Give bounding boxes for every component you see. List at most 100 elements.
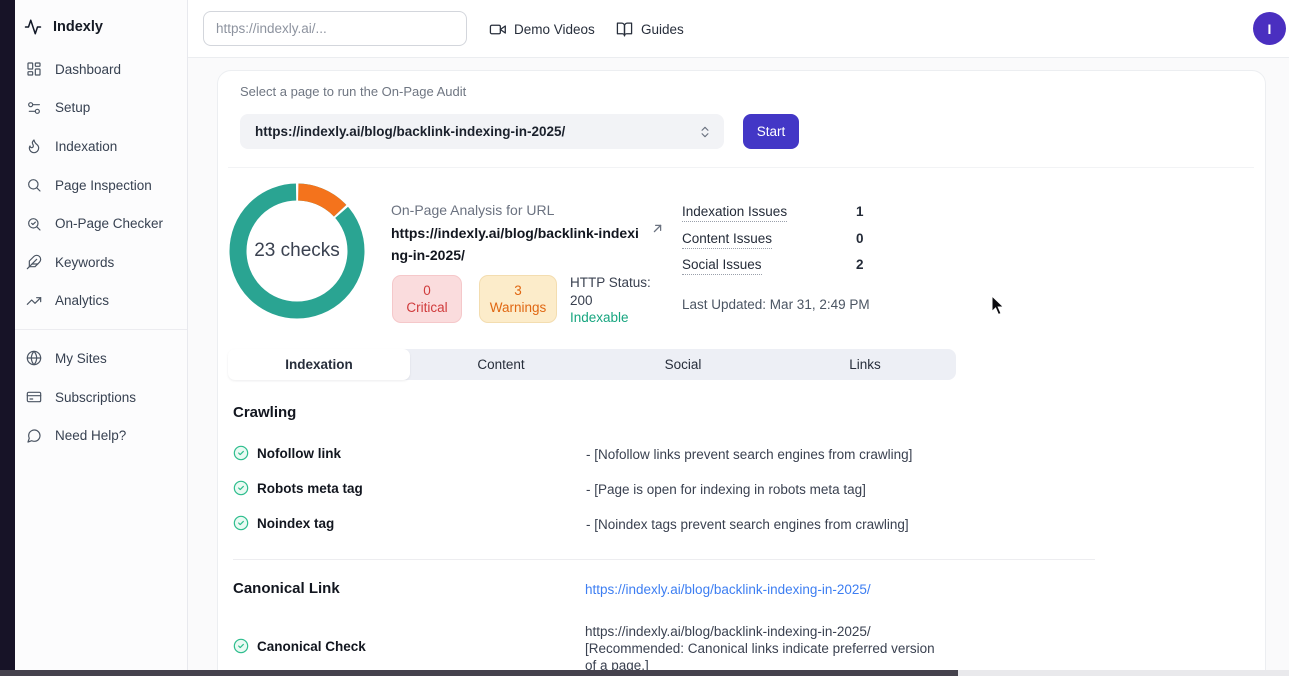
stat-content-issues[interactable]: Content Issues — [682, 231, 852, 246]
check-circle-icon — [233, 445, 249, 461]
warnings-count: 3 — [514, 282, 522, 299]
stat-social-issues-value: 2 — [856, 257, 864, 272]
check-description: - [Noindex tags prevent search engines f… — [586, 517, 909, 532]
flame-icon — [25, 138, 42, 155]
sidebar-item-dashboard[interactable]: Dashboard — [15, 50, 187, 89]
sidebar-item-setup[interactable]: Setup — [15, 89, 187, 128]
page-select-value: https://indexly.ai/blog/backlink-indexin… — [255, 124, 565, 139]
sidebar-item-label: Need Help? — [55, 428, 126, 443]
card-icon — [25, 389, 42, 406]
video-scrubber-progress — [0, 670, 958, 676]
check-label: Nofollow link — [257, 446, 341, 461]
search-check-icon — [25, 215, 42, 232]
book-open-icon — [616, 21, 633, 38]
analysis-url: https://indexly.ai/blog/backlink-indexin… — [391, 223, 647, 266]
divider — [228, 167, 1254, 168]
video-icon — [489, 21, 506, 38]
window-left-edge — [0, 0, 15, 676]
canonical-desc-line: [Recommended: Canonical links indicate p… — [585, 640, 945, 657]
stat-label-text: Indexation Issues — [682, 204, 787, 222]
check-label: Noindex tag — [257, 516, 334, 531]
sidebar-nav: Dashboard Setup Indexation Page Inspecti… — [15, 44, 187, 455]
sidebar-item-keywords[interactable]: Keywords — [15, 243, 187, 282]
stat-label-text: Social Issues — [682, 257, 762, 275]
sidebar-item-label: My Sites — [55, 351, 107, 366]
check-circle-icon — [233, 638, 249, 654]
canonical-link[interactable]: https://indexly.ai/blog/backlink-indexin… — [585, 582, 871, 597]
start-button[interactable]: Start — [743, 114, 799, 149]
check-row-canonical: Canonical Check — [233, 638, 366, 654]
sidebar-divider — [15, 329, 187, 330]
sidebar-item-on-page-checker[interactable]: On-Page Checker — [15, 204, 187, 243]
stat-content-issues-value: 0 — [856, 231, 864, 246]
sidebar-item-indexation[interactable]: Indexation — [15, 127, 187, 166]
check-row-nofollow: Nofollow link — [233, 445, 341, 461]
tab-indexation[interactable]: Indexation — [228, 349, 410, 380]
tab-content[interactable]: Content — [410, 349, 592, 380]
stat-indexation-issues[interactable]: Indexation Issues — [682, 204, 852, 219]
tab-social[interactable]: Social — [592, 349, 774, 380]
critical-label: Critical — [406, 299, 447, 316]
sidebar-item-page-inspection[interactable]: Page Inspection — [15, 166, 187, 205]
sidebar-item-label: On-Page Checker — [55, 216, 163, 231]
logo-label: Indexly — [53, 19, 103, 35]
warnings-badge: 3 Warnings — [479, 275, 557, 323]
check-row-noindex: Noindex tag — [233, 515, 334, 531]
check-description: - [Nofollow links prevent search engines… — [586, 447, 912, 462]
sidebar-item-label: Indexation — [55, 139, 117, 154]
stat-social-issues[interactable]: Social Issues — [682, 257, 852, 272]
chevrons-up-down-icon — [698, 125, 712, 139]
http-status-value: 200 — [570, 292, 651, 310]
page-select-dropdown[interactable]: https://indexly.ai/blog/backlink-indexin… — [240, 114, 724, 149]
external-link-icon[interactable] — [650, 221, 665, 241]
sidebar-item-analytics[interactable]: Analytics — [15, 282, 187, 321]
tab-links[interactable]: Links — [774, 349, 956, 380]
mouse-cursor — [991, 295, 1007, 322]
indexable-status: Indexable — [570, 309, 651, 327]
result-tabs: Indexation Content Social Links — [228, 349, 956, 380]
trending-up-icon — [25, 292, 42, 309]
http-status-block: HTTP Status: 200 Indexable — [570, 274, 651, 327]
feather-icon — [25, 254, 42, 271]
checks-donut-chart: 23 checks — [226, 180, 368, 322]
last-updated: Last Updated: Mar 31, 2:49 PM — [682, 297, 870, 312]
activity-icon — [24, 18, 42, 36]
user-avatar[interactable]: I — [1253, 12, 1286, 45]
sidebar-item-need-help[interactable]: Need Help? — [15, 416, 187, 455]
sidebar-item-label: Subscriptions — [55, 390, 136, 405]
sidebar-item-subscriptions[interactable]: Subscriptions — [15, 378, 187, 417]
analysis-title: On-Page Analysis for URL — [391, 202, 554, 218]
check-label: Canonical Check — [257, 639, 366, 654]
divider — [233, 559, 1095, 560]
search-icon — [25, 177, 42, 194]
sidebar-item-label: Dashboard — [55, 62, 121, 77]
sidebar-item-my-sites[interactable]: My Sites — [15, 339, 187, 378]
demo-videos-label: Demo Videos — [514, 22, 595, 37]
stat-label-text: Content Issues — [682, 231, 772, 249]
demo-videos-button[interactable]: Demo Videos — [489, 0, 595, 58]
main-content: Select a page to run the On-Page Audit h… — [188, 58, 1289, 676]
critical-count: 0 — [423, 282, 431, 299]
avatar-initial: I — [1268, 21, 1272, 37]
url-input[interactable] — [203, 11, 467, 46]
guides-button[interactable]: Guides — [616, 0, 684, 58]
stat-indexation-issues-value: 1 — [856, 204, 864, 219]
check-label: Robots meta tag — [257, 481, 363, 496]
sliders-icon — [25, 99, 42, 116]
check-circle-icon — [233, 480, 249, 496]
sidebar: Indexly Dashboard Setup Indexation Page … — [15, 0, 188, 676]
warnings-label: Warnings — [490, 299, 547, 316]
canonical-desc-line: https://indexly.ai/blog/backlink-indexin… — [585, 623, 945, 640]
http-status-label: HTTP Status: — [570, 274, 651, 292]
audit-select-label: Select a page to run the On-Page Audit — [240, 84, 466, 99]
canonical-heading: Canonical Link — [233, 580, 340, 597]
chat-icon — [25, 427, 42, 444]
crawling-heading: Crawling — [233, 404, 296, 421]
canonical-check-description: https://indexly.ai/blog/backlink-indexin… — [585, 623, 945, 674]
sidebar-item-label: Setup — [55, 100, 90, 115]
logo[interactable]: Indexly — [15, 0, 187, 44]
critical-badge: 0 Critical — [392, 275, 462, 323]
sidebar-item-label: Keywords — [55, 255, 114, 270]
video-scrubber[interactable] — [0, 670, 1289, 676]
dashboard-icon — [25, 61, 42, 78]
